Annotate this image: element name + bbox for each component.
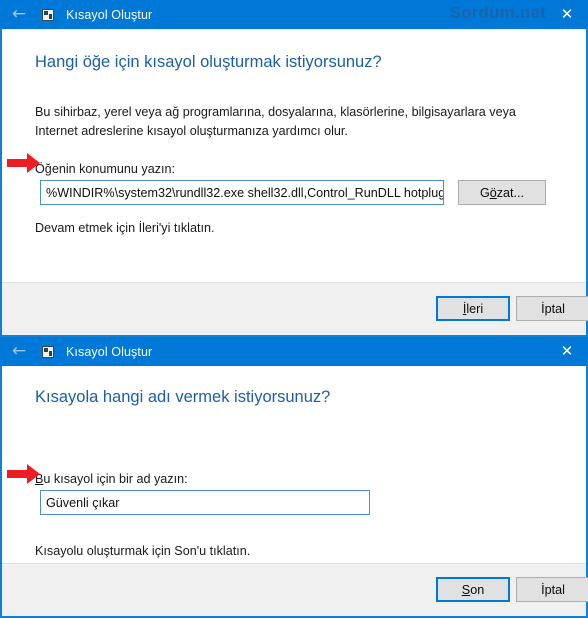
page-title-step1: Hangi öğe için kısayol oluşturmak istiyo… [35, 53, 382, 71]
continue-hint-step1: Devam etmek için İleri'yi tıklatın. [35, 221, 215, 235]
footer-divider [2, 282, 586, 283]
create-shortcut-dialog-step2: ← Kısayol Oluştur ✕ Kısayola hangi adı v… [0, 337, 588, 618]
finish-label-accelerator: S [461, 582, 471, 597]
screen-root: ← Kısayol Oluştur Sordum.net ✕ Hangi öğe… [0, 0, 588, 618]
dialog-body-step1: Hangi öğe için kısayol oluşturmak istiyo… [0, 29, 588, 282]
dialog-footer-step2: Son İptal [0, 563, 588, 618]
close-icon[interactable]: ✕ [546, 0, 588, 29]
cancel-button-step1[interactable]: İptal [516, 296, 588, 321]
finish-label-post: on [470, 582, 485, 597]
page-title-step2: Kısayola hangi adı vermek istiyorsunuz? [35, 388, 331, 406]
shortcut-name-input[interactable]: Güvenli çıkar [40, 490, 370, 515]
location-input[interactable]: %WINDIR%\system32\rundll32.exe shell32.d… [40, 180, 444, 205]
titlebar-step2: ← Kısayol Oluştur ✕ [0, 337, 588, 366]
window-title-step2: Kısayol Oluştur [66, 344, 153, 359]
shortcut-app-icon-step2 [40, 344, 56, 360]
site-watermark: Sordum.net [449, 3, 546, 22]
dialog-footer-step1: İleri İptal [0, 282, 588, 337]
cancel-button-step2[interactable]: İptal [516, 577, 588, 602]
browse-label-post: zat... [496, 185, 525, 200]
shortcut-app-icon [40, 7, 56, 23]
browse-label-pre: G [479, 185, 490, 200]
location-label-accelerator: ğ [44, 162, 52, 176]
location-label-post: enin konumunu yazın: [51, 162, 176, 176]
red-arrow-icon-step1 [5, 150, 43, 176]
close-icon-step2[interactable]: ✕ [546, 337, 588, 366]
browse-label-accelerator: ö [489, 185, 497, 200]
name-label-post: u kısayol için bir ad yazın: [43, 472, 188, 486]
footer-divider-step2 [2, 563, 586, 564]
finish-hint-step2: Kısayolu oluşturmak için Son'u tıklatın. [35, 544, 251, 558]
name-field-label: Bu kısayol için bir ad yazın: [35, 472, 188, 486]
next-label-post: leri [466, 301, 484, 316]
back-arrow-icon[interactable]: ← [0, 0, 38, 29]
window-title: Kısayol Oluştur [66, 7, 153, 22]
next-button[interactable]: İleri [436, 296, 510, 321]
dialog-body-step2: Kısayola hangi adı vermek istiyorsunuz? … [0, 366, 588, 563]
location-field-label: Öğenin konumunu yazın: [35, 162, 175, 176]
red-arrow-icon-step2 [5, 461, 43, 487]
back-arrow-icon-step2[interactable]: ← [0, 337, 38, 366]
create-shortcut-dialog-step1: ← Kısayol Oluştur Sordum.net ✕ Hangi öğe… [0, 0, 588, 337]
description-text-step1: Bu sihirbaz, yerel veya ağ programlarına… [35, 105, 516, 138]
titlebar-step1: ← Kısayol Oluştur Sordum.net ✕ [0, 0, 588, 29]
browse-button[interactable]: Gö zat... [458, 180, 546, 205]
finish-button[interactable]: Son [436, 577, 510, 602]
